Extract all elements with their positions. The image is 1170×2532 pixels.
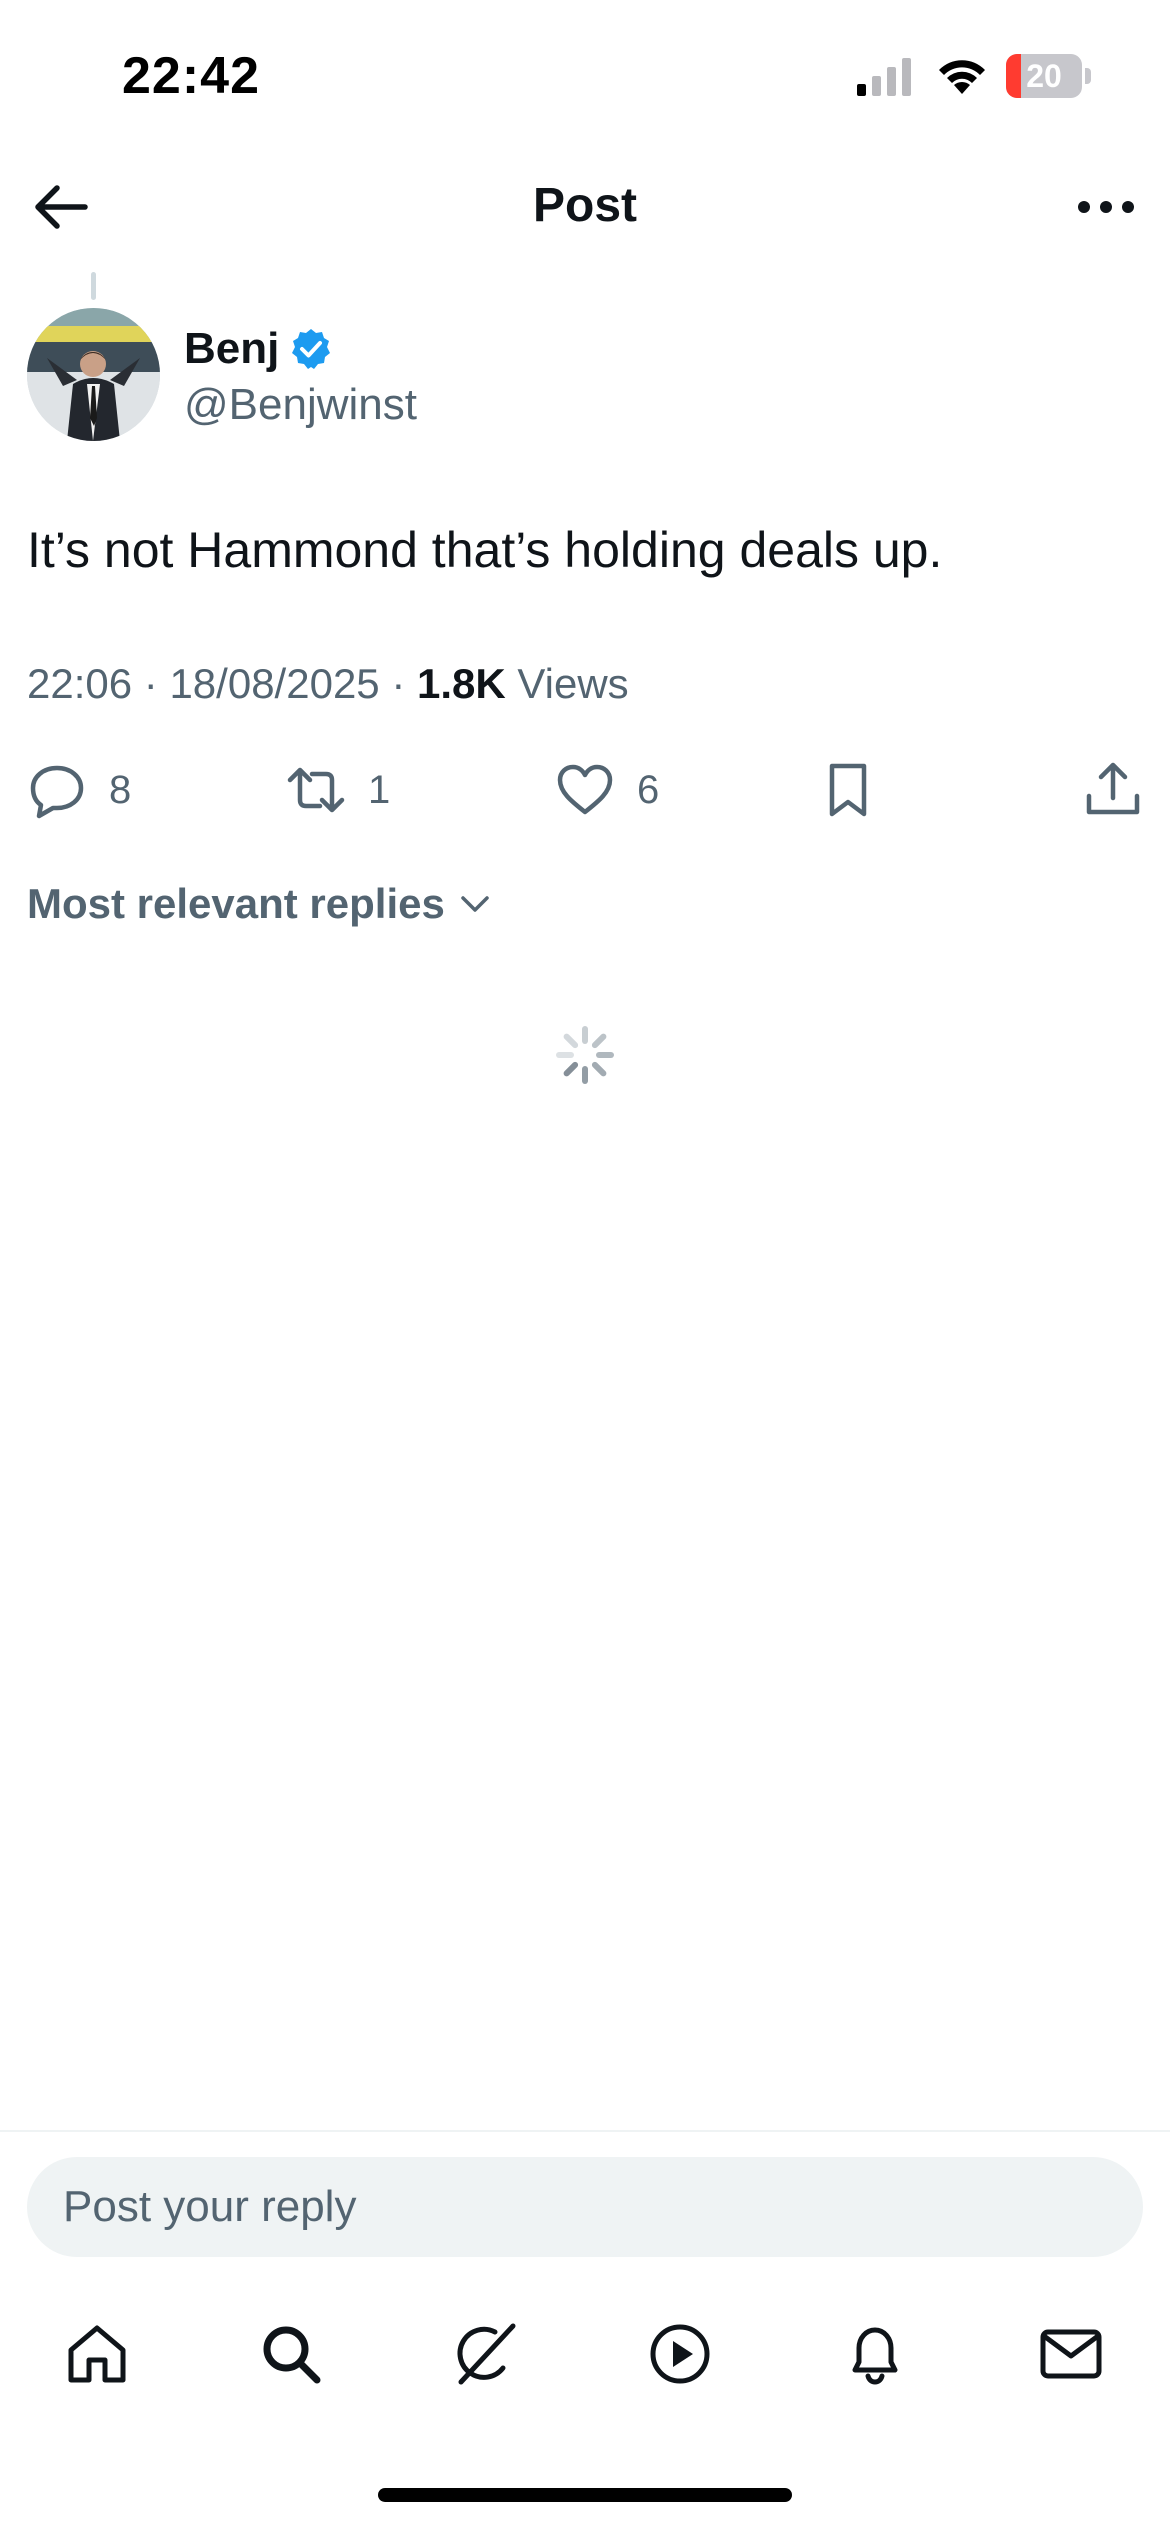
search-icon [263,2326,321,2384]
post-actions: 8 1 6 [0,750,1170,830]
meta-separator: · [143,660,158,707]
reply-button[interactable]: 8 [27,750,131,830]
reply-count: 8 [109,767,132,812]
post-text: It’s not Hammond that’s holding deals up… [27,522,943,578]
reply-bar-divider [0,2130,1170,2132]
messages-icon [1040,2329,1102,2379]
post-detail-screen: 22:42 20 Post Benj @Benjwinst It’s not H… [0,0,1170,2532]
author-name-row[interactable]: Benj [184,324,333,374]
page-title: Post [532,179,637,232]
more-horizontal-icon [1078,201,1134,213]
reply-icon [30,765,84,819]
cellular-signal-icon [857,58,911,96]
more-options-button[interactable] [1066,176,1146,238]
avatar[interactable] [27,308,160,441]
verified-badge-icon [292,329,331,369]
video-icon [650,2324,710,2384]
repost-count: 1 [368,767,391,812]
sort-label: Most relevant replies [27,880,445,927]
tab-home[interactable] [57,2314,137,2394]
share-button[interactable] [1083,750,1143,830]
top-navigation-bar: Post [0,150,1170,265]
heart-icon [557,764,613,815]
post-metadata: 22:06 · 18/08/2025 · 1.8K Views [27,660,629,708]
wifi-icon [939,60,985,94]
grok-icon [457,2323,516,2385]
repost-button[interactable]: 1 [286,750,390,830]
views-label[interactable]: Views [517,660,628,707]
repost-icon [287,767,345,813]
share-icon [1086,762,1140,815]
home-icon [68,2325,126,2383]
tab-search[interactable] [251,2314,331,2394]
bookmark-button[interactable] [818,750,878,830]
status-time: 22:42 [122,47,260,105]
like-button[interactable]: 6 [555,750,659,830]
meta-separator: · [391,660,406,707]
reply-input[interactable]: Post your reply [27,2157,1143,2257]
avatar-photo [27,308,160,441]
chevron-down-icon [461,896,489,912]
post-time: 22:06 [27,660,133,707]
like-count: 6 [637,767,660,812]
notifications-icon [852,2327,898,2385]
bottom-tab-bar [0,2300,1170,2410]
thread-connector-line [91,272,96,300]
tab-grok[interactable] [445,2314,525,2394]
post-author: Benj @Benjwinst [27,308,1127,443]
battery-icon: 20 [1006,54,1091,98]
tab-video[interactable] [640,2314,720,2394]
status-bar: 22:42 20 [0,0,1170,150]
author-name: Benj [184,324,280,373]
author-handle[interactable]: @Benjwinst [184,380,417,430]
views-count[interactable]: 1.8K [417,660,506,707]
home-indicator[interactable] [378,2488,792,2502]
tab-messages[interactable] [1031,2314,1111,2394]
loading-spinner-icon [556,1026,614,1084]
bookmark-icon [829,763,867,817]
post-date: 18/08/2025 [169,660,380,707]
tab-notifications[interactable] [835,2314,915,2394]
replies-sort-dropdown[interactable]: Most relevant replies [27,880,495,928]
battery-level: 20 [1026,58,1062,94]
